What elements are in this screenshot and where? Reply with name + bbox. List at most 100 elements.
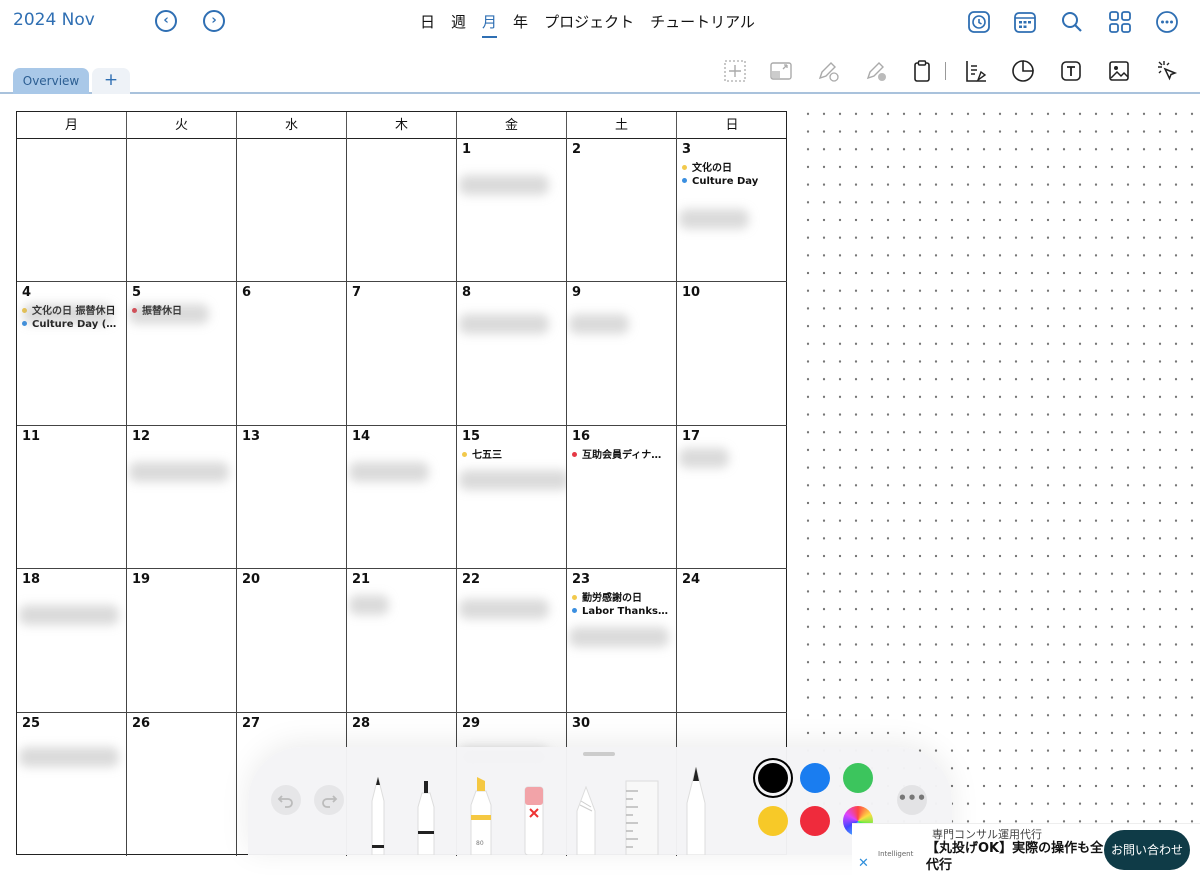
ad-headline[interactable]: 【丸投げOK】実際の操作も全代行	[926, 840, 1106, 874]
text-box-icon[interactable]	[1058, 58, 1084, 84]
color-swatch-blue[interactable]	[800, 763, 830, 793]
calendar-day-cell[interactable]: 9	[567, 282, 677, 426]
brush-icon[interactable]	[684, 763, 708, 855]
calendar-day-cell[interactable]: 12	[127, 425, 237, 570]
pen-icon[interactable]	[368, 771, 388, 855]
calendar-day-cell[interactable]: 6	[237, 282, 347, 426]
calendar-day-cell[interactable]: 2	[567, 139, 677, 283]
calendar-day-cell[interactable]: 18	[17, 569, 127, 713]
pointer-icon[interactable]	[1154, 58, 1180, 84]
month-title[interactable]: 2024 Nov	[13, 10, 95, 30]
clipboard-icon[interactable]	[909, 58, 935, 84]
day-number: 4	[22, 285, 32, 301]
pencil-circle-icon[interactable]	[815, 58, 841, 84]
color-swatch-black[interactable]	[758, 763, 788, 793]
toolbar-handle[interactable]	[583, 752, 615, 756]
tab-month[interactable]: 月	[482, 11, 498, 38]
calendar-event[interactable]: Culture Day	[682, 175, 782, 188]
eraser-icon[interactable]	[522, 783, 546, 855]
event-color-dot	[682, 165, 687, 170]
day-number: 21	[352, 572, 371, 588]
weekday-sat: 土	[567, 112, 677, 139]
calendar-event[interactable]: Labor Thanks…	[572, 605, 671, 618]
calendar-day-cell[interactable]	[127, 139, 237, 283]
image-icon[interactable]	[1106, 58, 1132, 84]
event-title: Labor Thanks…	[582, 606, 668, 618]
ad-close-icon[interactable]: ✕	[858, 856, 869, 871]
day-number: 10	[682, 285, 701, 301]
calendar-day-cell[interactable]: 5 振替休日	[127, 282, 237, 426]
calendar-day-cell[interactable]: 8	[457, 282, 567, 426]
event-color-dot	[462, 451, 467, 457]
pencil-circle-alt-icon[interactable]	[863, 58, 889, 84]
tab-week[interactable]: 週	[451, 11, 466, 38]
ad-contact-button[interactable]: お問い合わせ	[1104, 830, 1190, 870]
undo-icon[interactable]	[271, 785, 301, 815]
calendar-day-cell[interactable]: 11	[17, 425, 127, 570]
day-number	[242, 142, 341, 162]
calendar-day-cell[interactable]	[237, 139, 347, 283]
sticker-icon[interactable]	[1010, 58, 1036, 84]
calendar-event[interactable]: 七五三	[462, 449, 561, 462]
color-swatch-red[interactable]	[800, 806, 830, 836]
calendar-day-cell[interactable]: 25	[17, 712, 127, 856]
calendar-event[interactable]: 互助会員ディナ…	[572, 449, 671, 462]
redacted-event	[679, 209, 749, 229]
previous-month-button[interactable]: ‹	[155, 10, 177, 32]
event-title: Culture Day	[692, 176, 759, 187]
ad-banner[interactable]: 専門コンサル運用代行 Intelligent 【丸投げOK】実際の操作も全代行 …	[852, 823, 1200, 875]
calendar-event[interactable]: 勤労感謝の日	[572, 592, 671, 605]
highlighter-icon[interactable]: 80	[468, 771, 494, 855]
highlighter-size-label: 80	[476, 840, 484, 847]
shapes-icon[interactable]	[963, 58, 989, 84]
clock-icon[interactable]	[966, 9, 992, 35]
tab-day[interactable]: 日	[420, 11, 435, 38]
calendar-day-cell[interactable]: 20	[237, 569, 347, 713]
calendar-day-cell[interactable]: 22	[457, 569, 567, 713]
calendar-day-cell[interactable]: 21	[347, 569, 457, 713]
calendar-day-cell[interactable]: 24	[677, 569, 787, 713]
next-month-button[interactable]: ›	[203, 10, 225, 32]
lasso-select-icon[interactable]	[722, 58, 748, 84]
more-icon[interactable]	[1154, 9, 1180, 35]
day-number	[132, 142, 231, 162]
calendar-day-cell[interactable]: 4 文化の日 振替休日 Culture Day (o…	[17, 282, 127, 426]
calendar-event[interactable]: 文化の日	[682, 162, 782, 175]
pencil-icon[interactable]	[574, 785, 598, 855]
grid-icon[interactable]	[1107, 9, 1133, 35]
day-number: 9	[572, 285, 582, 301]
calendar-day-cell[interactable]: 19	[127, 569, 237, 713]
color-swatch-yellow[interactable]	[758, 806, 788, 836]
resize-icon[interactable]	[768, 58, 794, 84]
calendar-day-cell[interactable]: 17	[677, 426, 787, 570]
toolbar-more-button[interactable]: •••	[897, 785, 927, 815]
calendar-day-cell[interactable]: 15 七五三	[457, 425, 567, 570]
event-title: 互助会員ディナ…	[582, 449, 662, 461]
tab-tutorial[interactable]: チュートリアル	[650, 11, 755, 38]
calendar-day-cell[interactable]: 23 勤労感謝の日 Labor Thanks…	[567, 569, 677, 713]
ad-logo: Intelligent	[878, 850, 914, 858]
search-icon[interactable]	[1059, 9, 1085, 35]
tab-project[interactable]: プロジェクト	[544, 11, 634, 38]
day-number: 18	[22, 572, 41, 588]
calendar-icon[interactable]	[1012, 9, 1038, 35]
calendar-day-cell[interactable]	[17, 139, 127, 283]
calendar-day-cell[interactable]: 1	[457, 139, 567, 283]
day-number: 26	[132, 715, 151, 731]
calendar-day-cell[interactable]: 26	[127, 712, 237, 856]
fineliner-icon[interactable]	[414, 777, 438, 855]
add-tab-button[interactable]: +	[92, 68, 130, 94]
calendar-day-cell[interactable]: 16 互助会員ディナ…	[567, 425, 677, 570]
calendar-day-cell[interactable]: 14	[347, 425, 457, 570]
tab-year[interactable]: 年	[513, 11, 528, 38]
calendar-day-cell[interactable]: 3 文化の日 Culture Day	[677, 139, 787, 283]
color-swatch-green[interactable]	[843, 763, 873, 793]
ruler-icon[interactable]	[624, 779, 660, 855]
dot-grid-notes[interactable]	[800, 105, 1200, 825]
calendar-day-cell[interactable]	[347, 139, 457, 283]
calendar-day-cell[interactable]: 13	[237, 425, 347, 570]
calendar-day-cell[interactable]: 7	[347, 282, 457, 426]
calendar-day-cell[interactable]: 10	[677, 282, 787, 426]
redo-icon[interactable]	[314, 785, 344, 815]
tab-overview[interactable]: Overview	[13, 68, 89, 94]
